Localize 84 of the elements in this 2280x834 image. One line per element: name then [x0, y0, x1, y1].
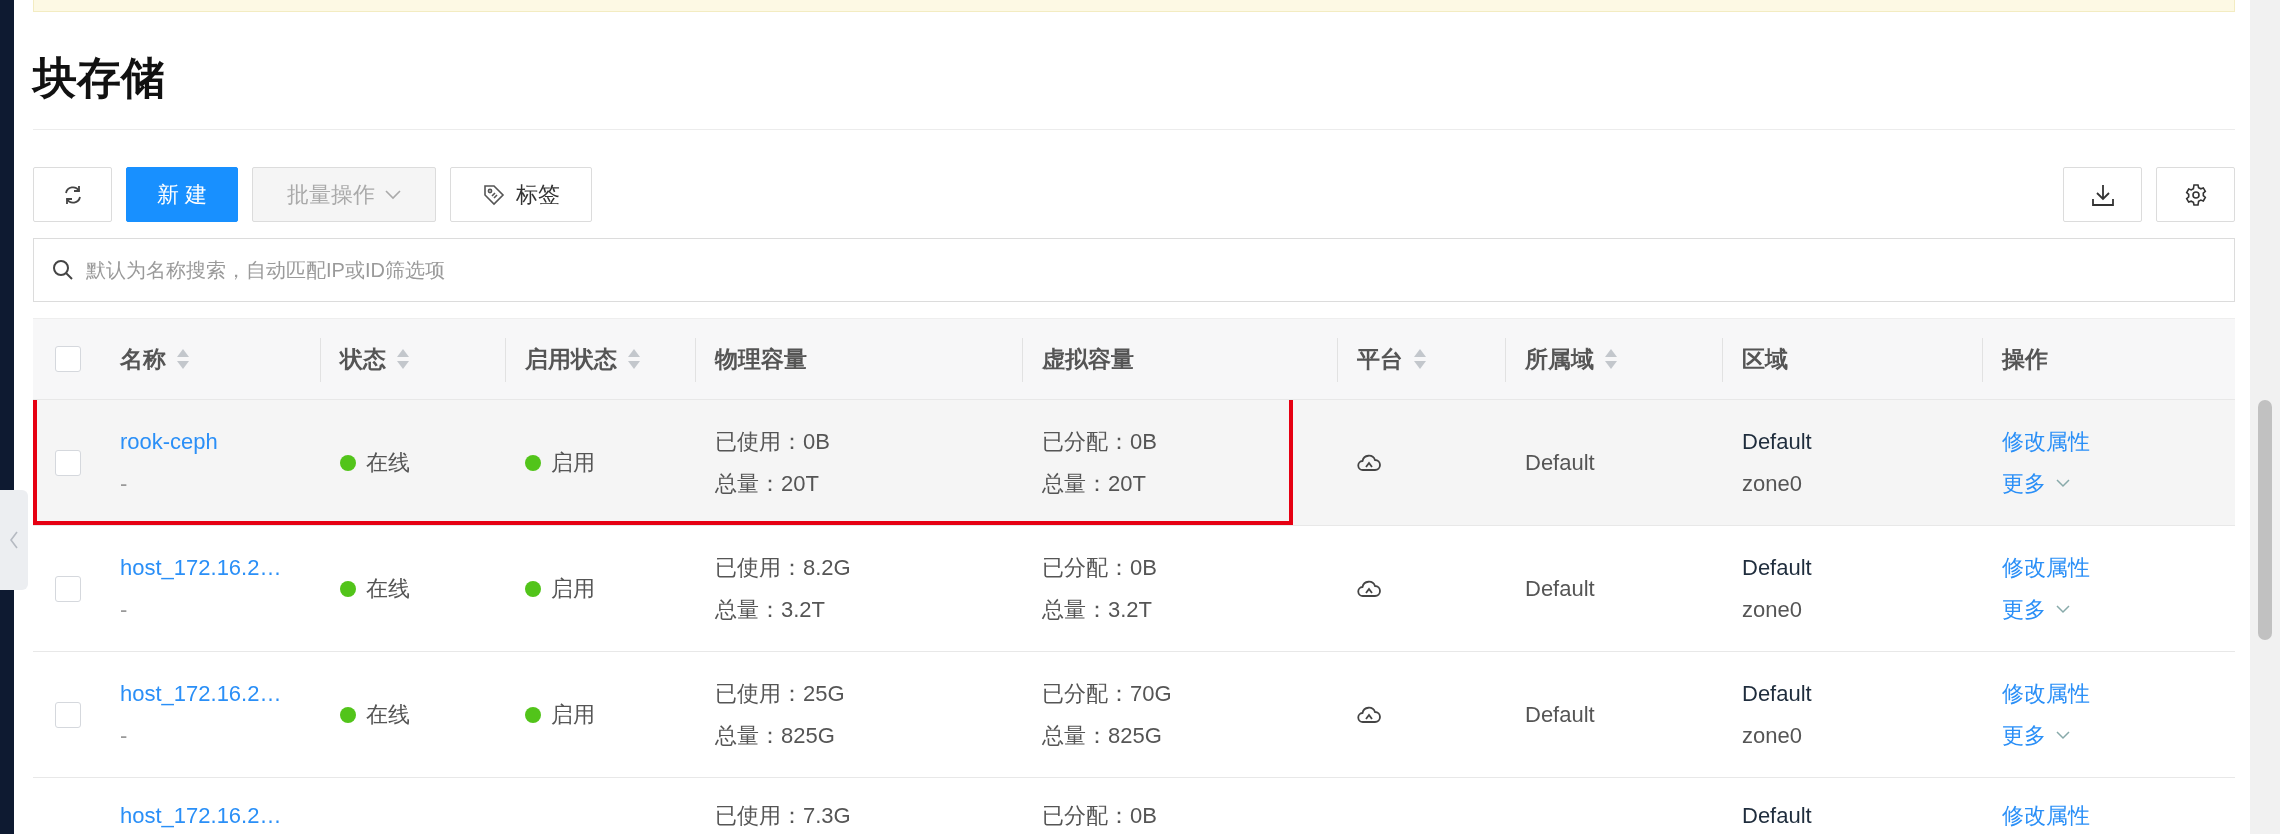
- table-row[interactable]: host_172.16.2… 已使用：7.3G 已分配：0B Default 修改属性: [33, 778, 2235, 834]
- edit-link[interactable]: 修改属性: [2002, 551, 2090, 584]
- name-link[interactable]: host_172.16.2…: [120, 677, 282, 710]
- edit-link[interactable]: 修改属性: [2002, 425, 2090, 458]
- settings-icon: [2183, 182, 2208, 207]
- sort-icon[interactable]: [396, 348, 410, 370]
- enabled-label: 启用: [551, 700, 595, 729]
- name-link[interactable]: host_172.16.2…: [120, 800, 282, 832]
- enabled-label: 启用: [551, 448, 595, 477]
- sort-icon[interactable]: [176, 348, 190, 370]
- column-header: 虚拟容量: [1042, 344, 1134, 374]
- domain-text: Default: [1525, 700, 1596, 729]
- chevron-left-icon: [9, 531, 19, 549]
- column-header: 状态: [340, 344, 386, 374]
- region-text: Default: [1742, 553, 1813, 582]
- virtual-capacity-text: 已分配：0B: [1042, 427, 1158, 456]
- virtual-capacity-text: 已分配：0B: [1042, 802, 1158, 830]
- collapse-button[interactable]: [0, 490, 28, 590]
- page-title: 块存储: [33, 52, 165, 104]
- column-header: 启用状态: [525, 344, 617, 374]
- column-header: 平台: [1357, 344, 1403, 374]
- download-button[interactable]: [2063, 167, 2142, 222]
- physical-capacity-text: 已使用：0B: [715, 427, 831, 456]
- physical-capacity-text: 总量：20T: [715, 469, 820, 498]
- description-text: -: [120, 721, 129, 750]
- more-link[interactable]: 更多: [2002, 593, 2070, 626]
- search-field[interactable]: 默认为名称搜索，自动匹配IP或ID筛选项: [33, 238, 2235, 302]
- column-header: 所属域: [1525, 344, 1594, 374]
- virtual-capacity-text: 已分配：70G: [1042, 679, 1173, 708]
- status-label: 在线: [366, 574, 410, 603]
- settings-button[interactable]: [2156, 167, 2235, 222]
- sort-icon[interactable]: [1604, 348, 1618, 370]
- physical-capacity-text: 总量：825G: [715, 721, 836, 750]
- table-row[interactable]: host_172.16.2… - 在线 启用 已使用：8.2G 总量：3.2T 已分配：0B 总量：3.2T Default Default zone0 修改属性 更多: [33, 526, 2235, 652]
- caret-icon: [2056, 731, 2070, 740]
- status-label: 在线: [366, 700, 410, 729]
- domain-text: Default: [1525, 448, 1596, 477]
- status-label: 在线: [366, 448, 410, 477]
- zone-text: zone0: [1742, 595, 1803, 624]
- edit-link[interactable]: 修改属性: [2002, 677, 2090, 710]
- download-icon: [2090, 182, 2115, 207]
- column-header: 名称: [120, 344, 166, 374]
- row-checkbox[interactable]: [54, 701, 81, 728]
- description-text: -: [120, 469, 129, 498]
- region-text: Default: [1742, 802, 1813, 830]
- region-text: Default: [1742, 427, 1813, 456]
- physical-capacity-text: 已使用：8.2G: [715, 553, 852, 582]
- description-text: -: [120, 595, 129, 624]
- caret-icon: [2056, 479, 2070, 488]
- column-header: 物理容量: [715, 344, 807, 374]
- create-button[interactable]: 新 建: [126, 167, 238, 222]
- tags-button[interactable]: 标签: [450, 167, 592, 222]
- more-link[interactable]: 更多: [2002, 719, 2070, 752]
- domain-text: Default: [1525, 574, 1596, 603]
- caret-icon: [385, 189, 401, 200]
- physical-capacity-text: 已使用：25G: [715, 679, 846, 708]
- zone-text: zone0: [1742, 469, 1803, 498]
- caret-icon: [2056, 605, 2070, 614]
- name-link[interactable]: host_172.16.2…: [120, 551, 282, 584]
- virtual-capacity-text: 总量：825G: [1042, 721, 1163, 750]
- physical-capacity-text: 总量：3.2T: [715, 595, 827, 624]
- refresh-button[interactable]: [33, 167, 112, 222]
- sort-icon[interactable]: [1413, 348, 1427, 370]
- more-link[interactable]: 更多: [2002, 467, 2070, 500]
- virtual-capacity-text: 已分配：0B: [1042, 553, 1158, 582]
- edit-link[interactable]: 修改属性: [2002, 800, 2090, 832]
- search-icon: [51, 258, 75, 282]
- virtual-capacity-text: 总量：20T: [1042, 469, 1147, 498]
- row-checkbox[interactable]: [54, 575, 81, 602]
- name-link[interactable]: rook-ceph: [120, 425, 218, 458]
- physical-capacity-text: 已使用：7.3G: [715, 802, 852, 830]
- column-header: 区域: [1742, 344, 1788, 374]
- scrollbar[interactable]: [2250, 0, 2280, 834]
- enabled-label: 启用: [551, 574, 595, 603]
- row-checkbox[interactable]: [54, 449, 81, 476]
- region-text: Default: [1742, 679, 1813, 708]
- tag-icon: [482, 182, 506, 207]
- select-all-checkbox[interactable]: [54, 346, 81, 372]
- zone-text: zone0: [1742, 721, 1803, 750]
- table-row[interactable]: rook-ceph - 在线 启用 已使用：0B 总量：20T 已分配：0B 总量：20T Default Default zone0 修改属性 更多: [33, 400, 2235, 526]
- table-row[interactable]: host_172.16.2… - 在线 启用 已使用：25G 总量：825G 已分配：70G 总量：825G Default Default zone0 修改属性 更多: [33, 652, 2235, 778]
- sort-icon[interactable]: [627, 348, 641, 370]
- column-header: 操作: [2002, 344, 2048, 374]
- virtual-capacity-text: 总量：3.2T: [1042, 595, 1154, 624]
